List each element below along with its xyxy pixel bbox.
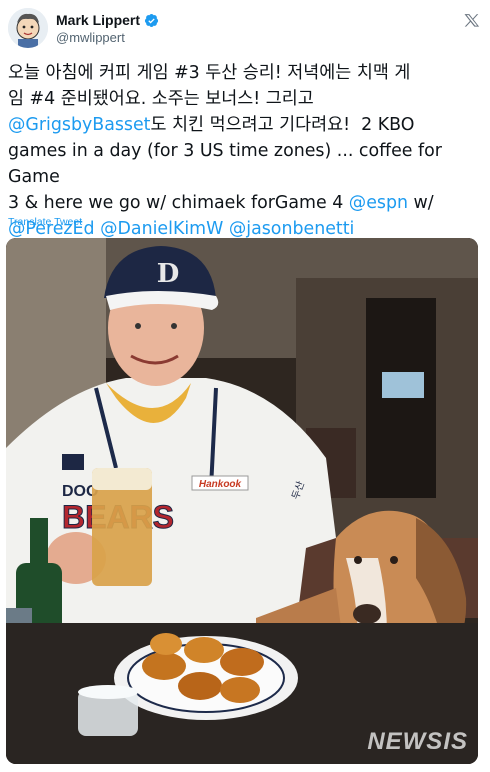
text-line: 3 & here we go w/ chimaek forGame 4: [8, 193, 349, 213]
sponsor-patch: Hankook: [199, 479, 242, 490]
tweet-photo[interactable]: D DOO BEARS Hankook 두산: [6, 238, 478, 764]
translate-tweet-link[interactable]: Translate Tweet: [8, 216, 82, 228]
verified-badge-icon: [144, 13, 159, 27]
tweet-header: Mark Lippert @mwlippert: [8, 8, 482, 50]
name-row: Mark Lippert: [56, 12, 159, 28]
tweet-text: 오늘 아침에 커피 게임 #3 두산 승리! 저녁에는 치맥 게 임 #4 준비…: [8, 60, 478, 242]
text-line: 오늘 아침에 커피 게임 #3 두산 승리! 저녁에는 치맥 게: [8, 63, 411, 83]
tweet-card: Mark Lippert @mwlippert 오늘 아침에 커피 게임 #3 …: [0, 0, 490, 772]
tv-screen: [382, 372, 424, 398]
display-name[interactable]: Mark Lippert: [56, 12, 140, 28]
cap-logo: D: [157, 259, 180, 289]
avatar[interactable]: [8, 8, 48, 48]
handle[interactable]: @mwlippert: [56, 30, 125, 45]
text-line: 도 치킨 먹으려고 기다려요! 2 KBO: [150, 115, 415, 135]
text-line: w/: [408, 193, 434, 213]
mention-link[interactable]: @espn: [349, 193, 408, 213]
watermark: NEWSIS: [367, 728, 468, 755]
mention-link[interactable]: @DanielKimW: [100, 219, 223, 239]
mention-link[interactable]: @GrigsbyBasset: [8, 115, 151, 135]
x-logo-icon[interactable]: [462, 10, 482, 30]
text-line: 임 #4 준비됐어요. 소주는 보너스! 그리고: [8, 89, 314, 109]
photo-illustration: D DOO BEARS Hankook 두산: [6, 238, 478, 764]
mention-link[interactable]: @jasonbenetti: [229, 219, 355, 239]
text-line: games in a day (for 3 US time zones) ...…: [8, 141, 448, 187]
fried-chicken: [142, 652, 186, 680]
